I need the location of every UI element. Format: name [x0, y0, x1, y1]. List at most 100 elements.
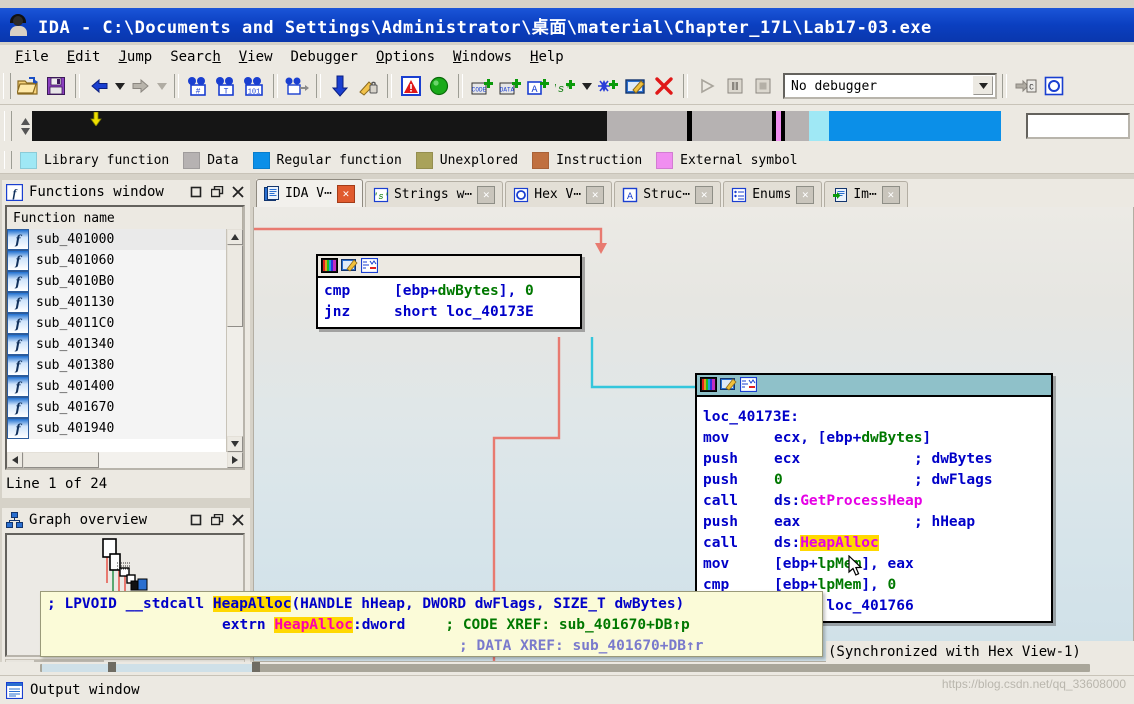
- navigation-band[interactable]: [32, 111, 1001, 141]
- scrollbar-thumb[interactable]: [227, 245, 243, 327]
- tab-imports[interactable]: Im⋯ ✕: [824, 181, 908, 207]
- function-list-row[interactable]: f sub_4010B0: [7, 271, 227, 292]
- function-list-row[interactable]: f sub_401060: [7, 250, 227, 271]
- menu-search[interactable]: Search: [161, 48, 230, 66]
- function-list-row[interactable]: f sub_401000: [7, 229, 227, 250]
- node-edit-icon[interactable]: [341, 258, 358, 274]
- graph-node-loc-40173E[interactable]: loc_40173E: mov ecx, [ebp+dwBytes] push ec…: [695, 373, 1053, 623]
- tab-hex-view[interactable]: Hex V⋯ ✕: [505, 181, 613, 207]
- graph-node-cmp[interactable]: cmp [ebp+dwBytes], 0 jnz short loc_40173E: [316, 254, 582, 329]
- tab-enums[interactable]: Enums ✕: [723, 181, 823, 207]
- search-next-icon[interactable]: [284, 73, 310, 99]
- node-color-icon[interactable]: [321, 258, 338, 274]
- search-sequence-icon[interactable]: 101: [241, 73, 267, 99]
- menu-debugger[interactable]: Debugger: [282, 48, 367, 66]
- close-icon[interactable]: [229, 184, 247, 200]
- menu-view[interactable]: View: [230, 48, 282, 66]
- navband-extra-field[interactable]: [1026, 113, 1130, 139]
- tab-ida-view[interactable]: IDA V⋯ ✕: [256, 179, 363, 207]
- menu-file[interactable]: File: [6, 48, 58, 66]
- bottom-scrollbar[interactable]: [0, 662, 1134, 675]
- make-data-icon[interactable]: DATA: [497, 73, 523, 99]
- node-layout-icon[interactable]: [739, 376, 758, 393]
- navband-segment-library-function[interactable]: [809, 111, 829, 141]
- navband-gripper[interactable]: [4, 111, 12, 141]
- functions-list[interactable]: f sub_401000 f sub_401060 f sub_4010B0 f sub_40…: [7, 229, 227, 452]
- search-hex-icon[interactable]: #: [185, 73, 211, 99]
- make-code-icon[interactable]: CODE: [469, 73, 495, 99]
- delete-icon[interactable]: [651, 73, 677, 99]
- edit-function-icon[interactable]: [623, 73, 649, 99]
- function-list-row[interactable]: f sub_401130: [7, 292, 227, 313]
- cross-reference-icon[interactable]: C: [1013, 73, 1039, 99]
- green-circle-icon[interactable]: [426, 73, 452, 99]
- tab-structures[interactable]: A Struc⋯ ✕: [614, 181, 722, 207]
- navband-segment-data[interactable]: [692, 111, 772, 141]
- close-icon[interactable]: ✕: [881, 185, 900, 204]
- node-edit-icon[interactable]: [720, 377, 737, 393]
- function-icon: f: [7, 376, 29, 397]
- bottom-scroll-thumb[interactable]: [108, 662, 116, 672]
- save-file-icon[interactable]: [43, 73, 69, 99]
- legend-gripper[interactable]: [4, 151, 12, 169]
- close-icon[interactable]: ✕: [695, 185, 714, 204]
- menu-windows[interactable]: Windows: [444, 48, 521, 66]
- menu-jump[interactable]: Jump: [109, 48, 161, 66]
- make-struct-icon[interactable]: 's': [553, 73, 579, 99]
- function-list-row[interactable]: f sub_401940: [7, 418, 227, 439]
- chevron-down-icon[interactable]: [973, 76, 993, 95]
- navband-scroll-arrows[interactable]: [18, 110, 32, 142]
- menu-options[interactable]: Options: [367, 48, 444, 66]
- close-icon[interactable]: ✕: [796, 185, 815, 204]
- restore-icon[interactable]: [208, 184, 226, 200]
- tab-strings-window[interactable]: 's' Strings w⋯ ✕: [364, 181, 504, 207]
- back-arrow-icon[interactable]: [86, 73, 112, 99]
- forward-arrow-icon[interactable]: [128, 73, 154, 99]
- navband-segment-data[interactable]: [785, 111, 809, 141]
- close-icon[interactable]: [229, 512, 247, 528]
- menu-edit[interactable]: Edit: [58, 48, 110, 66]
- function-list-row[interactable]: f sub_401380: [7, 355, 227, 376]
- close-icon[interactable]: ✕: [586, 185, 605, 204]
- make-ascii-icon[interactable]: A: [525, 73, 551, 99]
- jump-down-icon[interactable]: [327, 73, 353, 99]
- function-list-row[interactable]: f sub_401670: [7, 397, 227, 418]
- back-dropdown-icon[interactable]: [113, 73, 127, 99]
- toolbar-gripper[interactable]: [3, 73, 11, 99]
- menu-help[interactable]: Help: [521, 48, 573, 66]
- make-dropdown-icon[interactable]: [580, 73, 594, 99]
- debugger-select[interactable]: No debugger: [783, 73, 997, 99]
- scroll-up-icon[interactable]: [227, 229, 243, 245]
- function-list-row[interactable]: f sub_401400: [7, 376, 227, 397]
- navband-segment-data[interactable]: [607, 111, 687, 141]
- maximize-icon[interactable]: [187, 512, 205, 528]
- instruction-line-heapalloc[interactable]: call ds:HeapAlloc: [703, 533, 1045, 554]
- node-layout-icon[interactable]: [360, 257, 379, 274]
- hscrollbar-thumb[interactable]: [23, 452, 99, 468]
- hex-view-toolbar-icon[interactable]: [1041, 73, 1067, 99]
- hscrollbar-track[interactable]: [99, 452, 227, 468]
- forward-dropdown-icon[interactable]: [155, 73, 169, 99]
- close-icon[interactable]: ✕: [336, 184, 355, 203]
- make-unexplored-icon[interactable]: [595, 73, 621, 99]
- key-patch-icon[interactable]: [355, 73, 381, 99]
- navband-segment-regular-function[interactable]: [829, 111, 1001, 141]
- navband-segment-unexplored[interactable]: [32, 111, 607, 141]
- search-text-icon[interactable]: T: [213, 73, 239, 99]
- open-file-icon[interactable]: [15, 73, 41, 99]
- bottom-scroll-marker[interactable]: [252, 662, 260, 672]
- functions-horizontal-scrollbar[interactable]: [7, 452, 243, 468]
- close-icon[interactable]: ✕: [477, 185, 496, 204]
- function-list-row[interactable]: f sub_401340: [7, 334, 227, 355]
- scroll-right-icon[interactable]: [227, 452, 243, 468]
- restore-icon[interactable]: [208, 512, 226, 528]
- maximize-icon[interactable]: [187, 184, 205, 200]
- node-color-icon[interactable]: [700, 377, 717, 393]
- scroll-left-icon[interactable]: [7, 452, 23, 468]
- graph-overview-titlebar: Graph overview: [2, 508, 250, 532]
- function-list-row[interactable]: f sub_4011C0: [7, 313, 227, 334]
- column-header-function-name[interactable]: Function name: [7, 207, 243, 229]
- warning-icon[interactable]: [398, 73, 424, 99]
- scroll-down-icon[interactable]: [227, 436, 243, 452]
- functions-vertical-scrollbar[interactable]: [226, 229, 243, 452]
